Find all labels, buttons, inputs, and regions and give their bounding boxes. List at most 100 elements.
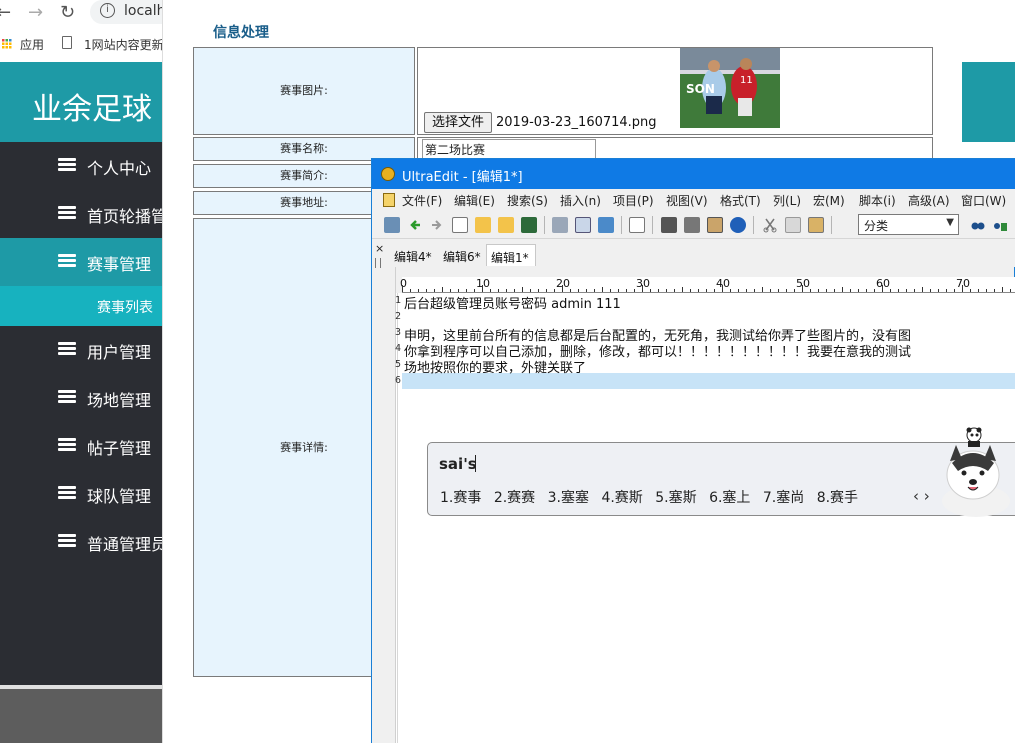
ruler-tick [922, 287, 923, 292]
ruler-tick [418, 289, 419, 292]
ultraedit-titlebar[interactable]: UltraEdit - [编辑1*] [372, 159, 1015, 189]
bookmark-apps[interactable]: 应用 [20, 36, 44, 53]
text-caret [475, 455, 476, 472]
ruler-tick [410, 289, 411, 292]
ruler-tick [866, 289, 867, 292]
menu-insert[interactable]: 插入(n) [560, 192, 601, 209]
sidebar-item-label: 帖子管理 [87, 439, 152, 458]
ruler-number: 30 [636, 277, 650, 290]
open-folder-icon[interactable] [475, 217, 491, 233]
ime-candidate[interactable]: 6.塞上 [709, 490, 750, 506]
ruler-tick [882, 285, 883, 292]
ime-candidate-window: sai's 1.赛事 2.赛赛 3.塞塞 4.赛斯 5.塞斯 6.塞上 7.塞尚… [427, 442, 1015, 516]
ruler-tick [698, 289, 699, 292]
back-arrow-icon[interactable] [408, 217, 424, 233]
sidebar-item-users[interactable]: 用户管理 [0, 326, 162, 374]
sidebar-item-personal-center[interactable]: 个人中心 [0, 142, 162, 190]
toolbar-separator [831, 216, 832, 234]
sidebar-item-venues[interactable]: 场地管理 [0, 374, 162, 422]
document-icon[interactable] [383, 193, 395, 207]
editor-area[interactable]: 1 后台超级管理员账号密码 admin 111 2 3 申明，这里前台所有的信息… [395, 293, 1015, 743]
menu-edit[interactable]: 编辑(E) [454, 192, 495, 209]
ime-candidate[interactable]: 2.赛赛 [494, 490, 535, 506]
menu-project[interactable]: 项目(P) [613, 192, 654, 209]
reload-icon[interactable]: ↻ [60, 2, 75, 23]
menu-file[interactable]: 文件(F) [402, 192, 442, 209]
site-title: 业余足球 [32, 92, 152, 127]
ruler-tick [778, 289, 779, 292]
sidebar-subitem-event-list[interactable]: 赛事列表 [0, 286, 162, 326]
menu-macro[interactable]: 宏(M) [813, 192, 845, 209]
tab-edit1[interactable]: 编辑1* [486, 244, 536, 266]
replace-icon[interactable] [992, 217, 1008, 233]
sidebar-item-teams[interactable]: 球队管理 [0, 470, 162, 518]
paste-icon[interactable] [808, 217, 824, 233]
ime-candidate[interactable]: 8.赛手 [817, 490, 858, 506]
word-wrap-icon[interactable] [661, 217, 677, 233]
export-icon[interactable] [598, 217, 614, 233]
bookmark-icon[interactable] [707, 217, 723, 233]
back-icon[interactable]: ← [0, 2, 11, 23]
properties-icon[interactable] [629, 217, 645, 233]
print-icon[interactable] [552, 217, 568, 233]
sidebar-item-admins[interactable]: 普通管理员 [0, 518, 167, 566]
open-recent-icon[interactable] [498, 217, 514, 233]
apps-icon[interactable] [2, 38, 12, 49]
workspace-icon[interactable] [384, 217, 400, 233]
ruler-tick [818, 289, 819, 292]
ruler-tick [754, 289, 755, 292]
splitter-handle[interactable] [375, 258, 381, 268]
ime-candidate[interactable]: 4.赛斯 [601, 490, 642, 506]
toolbar-separator [652, 216, 653, 234]
ruler-tick [722, 285, 723, 292]
bookmark-site[interactable]: 1网站内容更新 [84, 36, 164, 53]
close-icon[interactable]: × [375, 242, 384, 255]
hex-mode-icon[interactable] [684, 217, 700, 233]
menu-column[interactable]: 列(L) [773, 192, 801, 209]
save-icon[interactable] [521, 217, 537, 233]
print-preview-icon[interactable] [575, 217, 591, 233]
ruler-tick [538, 289, 539, 292]
ime-candidate[interactable]: 3.塞塞 [548, 490, 589, 506]
tab-edit4[interactable]: 编辑4* [394, 244, 432, 266]
new-file-icon[interactable] [452, 217, 468, 233]
ruler-tick [474, 289, 475, 292]
forward-icon[interactable]: → [28, 2, 43, 23]
sidebar-item-events[interactable]: 赛事管理 [0, 238, 162, 286]
menu-window[interactable]: 窗口(W) [961, 192, 1006, 209]
ruler-tick [794, 289, 795, 292]
menu-script[interactable]: 脚本(i) [859, 192, 896, 209]
file-tabs: × 编辑4* 编辑6* 编辑1* [372, 239, 1015, 267]
ime-candidate[interactable]: 7.塞尚 [763, 490, 804, 506]
ruler-tick [554, 289, 555, 292]
ime-candidate[interactable]: 1.赛事 [440, 490, 481, 506]
sidebar-item-posts[interactable]: 帖子管理 [0, 422, 162, 470]
ruler-tick [890, 289, 891, 292]
sidebar-item-carousel[interactable]: 首页轮播管 [0, 190, 167, 238]
info-icon[interactable]: i [100, 3, 115, 18]
event-image-thumbnail: 11 SON [680, 48, 780, 128]
label-event-image: 赛事图片: [193, 47, 415, 135]
browser-view-icon[interactable] [730, 217, 746, 233]
menu-view[interactable]: 视图(V) [666, 192, 708, 209]
cut-icon[interactable] [762, 217, 778, 233]
ruler-tick [490, 289, 491, 292]
ultraedit-app-icon [381, 167, 395, 181]
choose-file-button[interactable]: 选择文件 [424, 112, 492, 133]
category-dropdown[interactable]: 分类 ▼ [858, 214, 959, 235]
ime-candidate[interactable]: 5.塞斯 [655, 490, 696, 506]
forward-arrow-icon[interactable] [428, 217, 444, 233]
ruler-tick [954, 289, 955, 292]
ruler-number: 10 [476, 277, 490, 290]
ruler-tick [842, 287, 843, 292]
menu-advanced[interactable]: 高级(A) [908, 192, 950, 209]
toolbar-separator [753, 216, 754, 234]
copy-icon[interactable] [785, 217, 801, 233]
ruler-tick [642, 285, 643, 292]
tab-edit6[interactable]: 编辑6* [443, 244, 481, 266]
line-number: 1 [394, 295, 401, 306]
menu-format[interactable]: 格式(T) [720, 192, 761, 209]
menu-search[interactable]: 搜索(S) [507, 192, 548, 209]
ruler-tick [858, 289, 859, 292]
find-icon[interactable] [970, 217, 986, 233]
